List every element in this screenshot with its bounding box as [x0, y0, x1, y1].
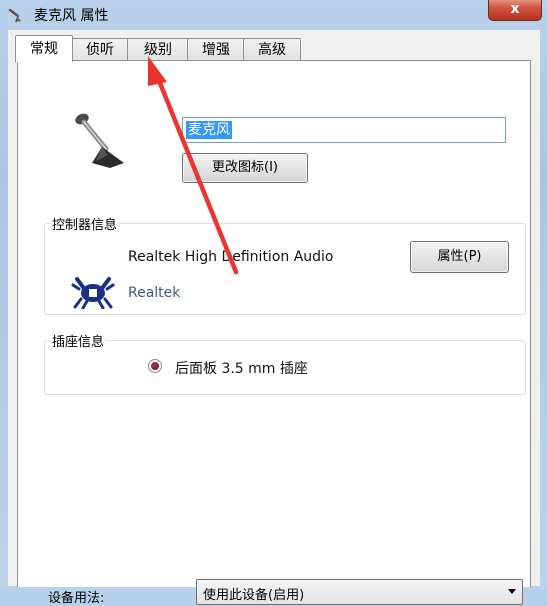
title-bar: 麦克风 属性 x — [0, 0, 547, 30]
chevron-down-icon — [508, 589, 516, 594]
jack-group-label: 插座信息 — [50, 331, 107, 350]
device-usage-value: 使用此设备(启用) — [203, 588, 305, 603]
close-button[interactable]: x — [488, 0, 542, 21]
tab-enhancements-label: 增强 — [202, 42, 230, 58]
controller-vendor: Realtek — [128, 285, 181, 301]
properties-dialog: 常规 侦听 级别 增强 高级 麦克风 更改图标(I) 控制器信息 Realtek… — [8, 30, 540, 606]
tab-listen-label: 侦听 — [86, 42, 114, 58]
realtek-crab-logo — [71, 277, 115, 309]
microphone-title-icon — [8, 8, 21, 22]
device-usage-select[interactable]: 使用此设备(启用) — [196, 579, 523, 605]
close-icon: x — [510, 1, 520, 17]
tab-levels-label: 级别 — [144, 42, 172, 58]
general-tab-panel: 麦克风 更改图标(I) 控制器信息 Realtek High Definitio… — [17, 60, 531, 606]
device-name-field[interactable]: 麦克风 — [182, 117, 506, 143]
tab-enhancements[interactable]: 增强 — [187, 38, 245, 61]
tab-advanced[interactable]: 高级 — [243, 38, 301, 61]
tab-levels[interactable]: 级别 — [127, 38, 189, 61]
tab-general[interactable]: 常规 — [15, 35, 73, 62]
change-icon-button[interactable]: 更改图标(I) — [182, 153, 308, 183]
tab-advanced-label: 高级 — [258, 42, 286, 58]
tab-listen[interactable]: 侦听 — [71, 38, 129, 61]
jack-color-indicator — [148, 359, 162, 373]
microphone-icon — [75, 113, 124, 168]
jack-description: 后面板 3.5 mm 插座 — [175, 361, 308, 377]
window-title: 麦克风 属性 — [34, 8, 109, 24]
controller-properties-button[interactable]: 属性(P) — [410, 241, 509, 273]
controller-group-label: 控制器信息 — [50, 214, 120, 233]
device-name-value: 麦克风 — [186, 121, 232, 139]
controller-name: Realtek High Definition Audio — [128, 249, 334, 265]
device-usage-label: 设备用法: — [48, 591, 105, 606]
tab-general-label: 常规 — [30, 41, 58, 57]
